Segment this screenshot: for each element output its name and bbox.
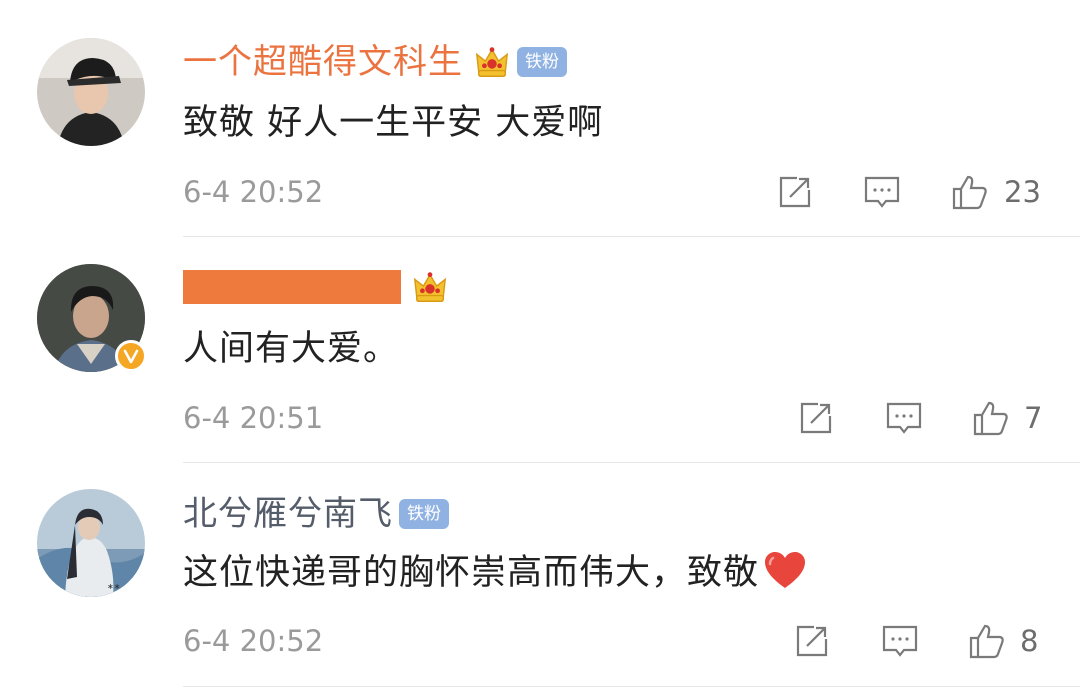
crown-icon	[475, 47, 509, 77]
comment-text: 致敬 好人一生平安 大爱啊	[183, 103, 604, 143]
timestamp: 6-4 20:52	[183, 175, 324, 209]
crown-icon	[413, 272, 447, 302]
like-icon[interactable]	[971, 398, 1011, 438]
comment-text: 人间有大爱。	[183, 329, 400, 369]
comment-text-content: 这位快递哥的胸怀崇高而伟大，致敬	[183, 553, 760, 593]
timestamp: 6-4 20:52	[183, 624, 324, 658]
name-row	[183, 265, 449, 309]
divider	[183, 236, 1080, 237]
repost-icon[interactable]	[796, 398, 836, 438]
username[interactable]: 一个超酷得文科生	[183, 40, 463, 84]
svg-text:∗∗: ∗∗	[107, 582, 120, 591]
comment-icon[interactable]	[884, 398, 924, 438]
username[interactable]: 北兮雁兮南飞	[183, 492, 393, 536]
avatar-image: ∗∗	[37, 489, 145, 597]
like-icon[interactable]	[950, 172, 990, 212]
like-icon[interactable]	[967, 621, 1007, 661]
comment-icon[interactable]	[862, 172, 902, 212]
name-row: 一个超酷得文科生 铁粉	[183, 40, 567, 84]
avatar[interactable]	[37, 264, 147, 372]
divider	[183, 686, 1080, 687]
comment-item: 一个超酷得文科生 铁粉 致敬 好人一生平安 大爱啊 6-4 20:52 23	[0, 0, 1080, 238]
heart-icon	[765, 552, 806, 588]
verified-icon	[115, 340, 147, 372]
avatar[interactable]: ∗∗	[37, 489, 145, 597]
comment-icon[interactable]	[880, 621, 920, 661]
like-count: 7	[1024, 401, 1043, 435]
name-row: 北兮雁兮南飞 铁粉	[183, 492, 449, 536]
divider	[183, 462, 1080, 463]
fan-badge: 铁粉	[517, 47, 567, 77]
repost-icon[interactable]	[792, 621, 832, 661]
fan-badge: 铁粉	[399, 499, 449, 529]
repost-icon[interactable]	[775, 172, 815, 212]
comment-item: ∗∗ 北兮雁兮南飞 铁粉 这位快递哥的胸怀崇高而伟大，致敬 6-4 20:52 …	[0, 464, 1080, 700]
redacted-username	[183, 270, 401, 304]
avatar[interactable]	[37, 38, 145, 146]
comment-item: 人间有大爱。 6-4 20:51 7	[0, 238, 1080, 464]
timestamp: 6-4 20:51	[183, 401, 324, 435]
like-count: 8	[1020, 624, 1039, 658]
avatar-image	[37, 38, 145, 146]
like-count: 23	[1004, 175, 1041, 209]
comment-text: 这位快递哥的胸怀崇高而伟大，致敬	[183, 548, 807, 598]
